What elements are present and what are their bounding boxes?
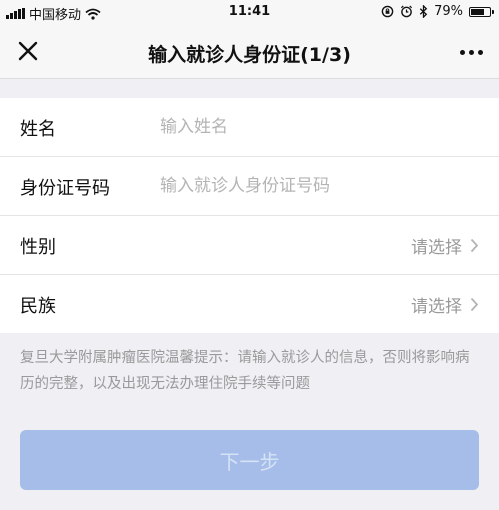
chevron-right-icon: [470, 297, 479, 312]
status-right: 79%: [381, 4, 494, 19]
ethnicity-row[interactable]: 民族 请选择: [0, 275, 499, 333]
more-icon: [477, 49, 483, 55]
more-icon: [468, 49, 474, 55]
name-input[interactable]: [160, 108, 480, 146]
patient-form: 姓名 身份证号码 性别 请选择 民族 请选择: [0, 98, 499, 333]
page-title: 输入就诊人身份证(1/3): [148, 44, 351, 66]
battery-percent: 79%: [434, 4, 463, 19]
bluetooth-icon: [419, 5, 428, 18]
more-icon: [459, 49, 465, 55]
more-button[interactable]: [453, 38, 489, 66]
ethnicity-label: 民族: [20, 296, 56, 317]
id-number-row: 身份证号码: [0, 157, 499, 216]
battery-icon: [469, 6, 494, 17]
close-button[interactable]: [14, 37, 44, 67]
gender-select-value: 请选择: [411, 238, 462, 258]
next-step-button[interactable]: 下一步: [20, 430, 479, 490]
status-bar: 中国移动 11:41 79%: [0, 0, 499, 26]
close-icon: [18, 41, 38, 61]
rotation-lock-icon: [381, 5, 394, 18]
gender-label: 性别: [20, 237, 56, 258]
ethnicity-select-value: 请选择: [411, 297, 462, 317]
chevron-right-icon: [470, 238, 479, 253]
gender-row[interactable]: 性别 请选择: [0, 216, 499, 275]
id-number-input[interactable]: [160, 167, 480, 205]
battery-fill: [471, 8, 485, 15]
name-label: 姓名: [20, 119, 56, 140]
hint-text: 复旦大学附属肿瘤医院温馨提示：请输入就诊人的信息，否则将影响病历的完整，以及出现…: [20, 350, 470, 392]
name-row: 姓名: [0, 98, 499, 157]
alarm-icon: [401, 5, 413, 18]
navigation-bar: 输入就诊人身份证(1/3): [0, 26, 499, 79]
ethnicity-select[interactable]: 请选择: [411, 292, 479, 317]
id-number-label: 身份证号码: [20, 178, 110, 199]
gender-select[interactable]: 请选择: [411, 233, 479, 258]
